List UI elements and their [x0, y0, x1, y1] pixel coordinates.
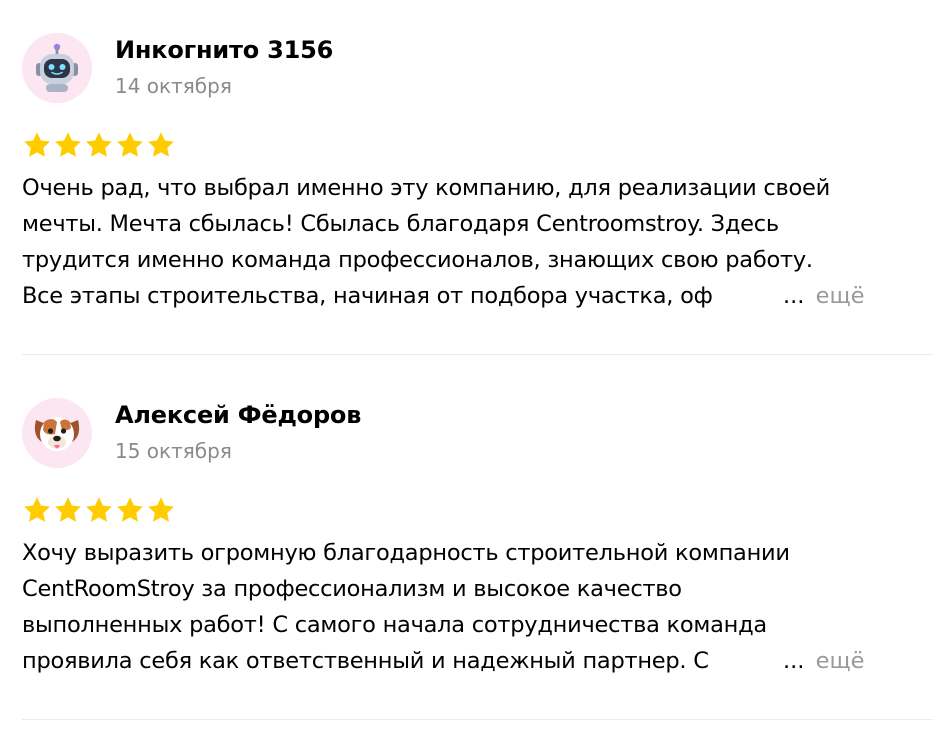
- review-author[interactable]: Алексей Фёдоров: [115, 400, 361, 430]
- star-icon: [55, 497, 81, 522]
- robot-icon[interactable]: [22, 33, 92, 103]
- star-icon: [24, 497, 50, 522]
- ellipsis: ...: [783, 648, 805, 674]
- text-fade: [722, 278, 782, 314]
- review-text: Очень рад, что выбрал именно эту компани…: [22, 170, 902, 314]
- read-more-link[interactable]: ещё: [816, 648, 865, 674]
- review-text-line-content: Все этапы строительства, начиная от подб…: [22, 283, 713, 309]
- review-date: 14 октября: [115, 74, 232, 98]
- review-text-line-content: проявила себя как ответственный и надежн…: [22, 648, 709, 674]
- review-text-line: Все этапы строительства, начиная от подб…: [22, 278, 782, 314]
- dog-icon[interactable]: [22, 398, 92, 468]
- review-text-line: трудится именно команда профессионалов, …: [22, 247, 813, 273]
- review-text-line: мечты. Мечта сбылась! Сбылась благодаря …: [22, 211, 779, 237]
- divider: [22, 719, 933, 720]
- star-icon: [117, 497, 143, 522]
- review-card: Инкогнито 3156 14 октября Очень рад, что…: [0, 0, 945, 365]
- review-text-line: проявила себя как ответственный и надежн…: [22, 643, 782, 679]
- star-icon: [55, 132, 81, 157]
- review-text-line: Очень рад, что выбрал именно эту компани…: [22, 175, 830, 201]
- review-text: Хочу выразить огромную благодарность стр…: [22, 535, 902, 679]
- star-icon: [148, 497, 174, 522]
- review-card: Алексей Фёдоров 15 октября Хочу выразить…: [0, 365, 945, 730]
- read-more-link[interactable]: ещё: [816, 283, 865, 309]
- review-text-line: Хочу выразить огромную благодарность стр…: [22, 540, 790, 566]
- star-icon: [24, 132, 50, 157]
- review-text-line: CentRoomStroy за профессионализм и высок…: [22, 576, 682, 602]
- review-author[interactable]: Инкогнито 3156: [115, 35, 333, 65]
- read-more: ... ещё: [783, 278, 865, 314]
- text-fade: [722, 643, 782, 679]
- star-icon: [117, 132, 143, 157]
- star-icon: [86, 132, 112, 157]
- star-icon: [86, 497, 112, 522]
- review-text-line: выполненных работ! С самого начала сотру…: [22, 612, 767, 638]
- review-date: 15 октября: [115, 439, 232, 463]
- ellipsis: ...: [783, 283, 805, 309]
- read-more: ... ещё: [783, 643, 865, 679]
- star-icon: [148, 132, 174, 157]
- rating-stars: [22, 130, 176, 160]
- divider: [22, 354, 933, 355]
- rating-stars: [22, 495, 176, 525]
